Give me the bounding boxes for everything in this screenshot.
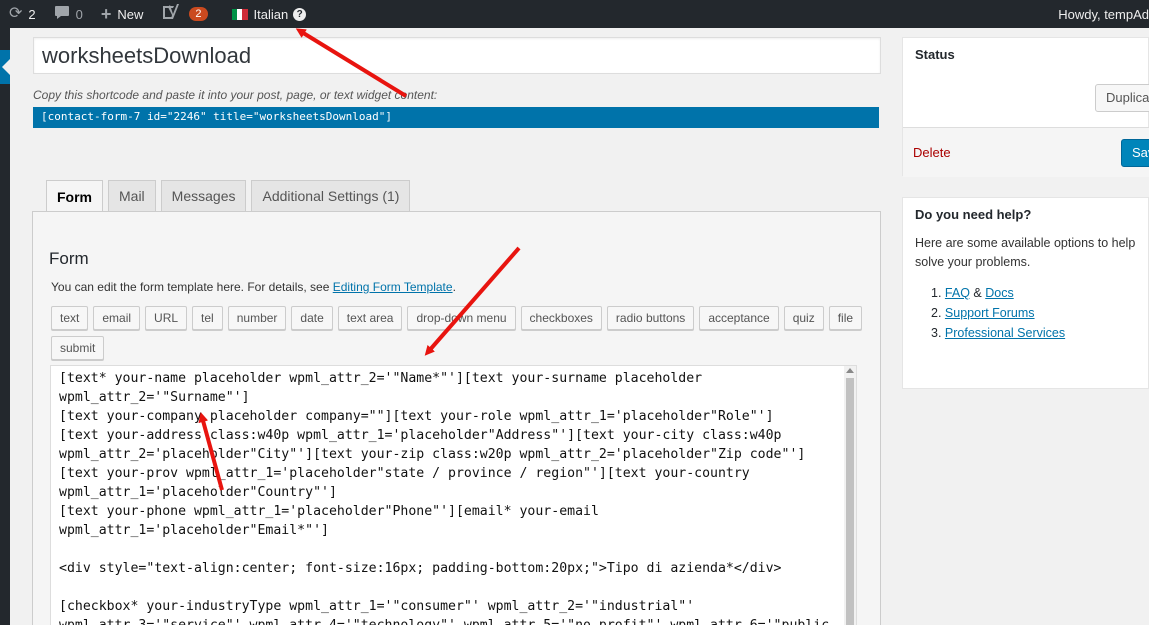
yoast-badge: 2 <box>189 7 208 21</box>
status-box: Status Duplicate Delete Save <box>902 37 1149 177</box>
list-number: 1. <box>931 286 942 300</box>
duplicate-button[interactable]: Duplicate <box>1095 84 1149 112</box>
delete-link[interactable]: Delete <box>913 145 951 160</box>
tag-button-date[interactable]: date <box>291 306 333 330</box>
tab-form[interactable]: Form <box>46 180 103 212</box>
shortcode-field[interactable]: [contact-form-7 id="2246" title="workshe… <box>33 107 879 128</box>
desc-suffix: . <box>452 280 456 294</box>
tag-button-acceptance[interactable]: acceptance <box>699 306 779 330</box>
scroll-up-icon[interactable] <box>846 368 854 373</box>
faq-link[interactable]: FAQ <box>945 286 970 300</box>
editor-tabs: Form Mail Messages Additional Settings (… <box>46 180 411 212</box>
tab-mail[interactable]: Mail <box>108 180 156 211</box>
support-forums-link[interactable]: Support Forums <box>945 306 1035 320</box>
comments-menu[interactable]: 0 <box>45 0 92 28</box>
tag-button-text[interactable]: text <box>51 306 89 330</box>
save-button[interactable]: Save <box>1121 139 1149 167</box>
menu-pointer-icon <box>2 59 10 75</box>
tag-button-drop-down-menu[interactable]: drop-down menu <box>407 306 516 330</box>
admin-bar: ⟳ 2 0 + New 2 Italian ? Howdy, tempAd <box>0 0 1149 28</box>
account-menu[interactable]: Howdy, tempAd <box>1058 0 1149 28</box>
language-switcher[interactable]: Italian ? <box>223 0 316 28</box>
editing-form-template-link[interactable]: Editing Form Template <box>333 280 453 294</box>
tag-button-tel[interactable]: tel <box>192 306 223 330</box>
italy-flag-icon <box>231 8 248 20</box>
new-label: New <box>117 6 144 22</box>
status-actions: Delete Save <box>903 127 1149 177</box>
comments-count: 0 <box>75 6 83 22</box>
admin-menu <box>0 28 10 625</box>
tag-button-number[interactable]: number <box>227 306 287 330</box>
amp-text: & <box>969 286 986 300</box>
editor-scrollbar[interactable] <box>844 366 856 625</box>
language-label: Italian <box>253 6 289 22</box>
yoast-menu[interactable]: 2 <box>152 0 216 28</box>
help-icon: ? <box>293 7 307 21</box>
shortcode-description: Copy this shortcode and paste it into yo… <box>33 88 438 102</box>
tag-button-submit[interactable]: submit <box>51 336 105 360</box>
updates-menu[interactable]: ⟳ 2 <box>0 0 45 28</box>
help-options-list: 1. FAQ & Docs 2. Support Forums 3. Profe… <box>903 286 1148 340</box>
tag-button-url[interactable]: URL <box>145 306 188 330</box>
list-number: 3. <box>931 326 942 340</box>
form-title-input[interactable]: worksheetsDownload <box>33 37 881 74</box>
tag-button-radio-buttons[interactable]: radio buttons <box>606 306 695 330</box>
tab-messages[interactable]: Messages <box>160 180 247 211</box>
form-panel: Form You can edit the form template here… <box>32 211 881 625</box>
new-content-menu[interactable]: + New <box>92 0 153 28</box>
list-item: 1. FAQ & Docs <box>927 286 1148 300</box>
professional-services-link[interactable]: Professional Services <box>945 326 1065 340</box>
updates-count: 2 <box>28 6 36 22</box>
help-intro: Here are some available options to help … <box>915 236 1136 269</box>
status-heading: Status <box>915 47 955 62</box>
help-heading: Do you need help? <box>915 207 1032 222</box>
refresh-icon: ⟳ <box>9 5 23 22</box>
tag-generator-buttons: text email URL tel number date text area… <box>51 306 866 360</box>
help-box: Do you need help? Here are some availabl… <box>902 197 1149 389</box>
list-item: 3. Professional Services <box>927 326 1148 340</box>
tag-button-checkboxes[interactable]: checkboxes <box>520 306 602 330</box>
tag-button-email[interactable]: email <box>93 306 141 330</box>
form-panel-description: You can edit the form template here. For… <box>51 280 456 294</box>
tag-button-file[interactable]: file <box>828 306 863 330</box>
list-number: 2. <box>931 306 942 320</box>
scrollbar-thumb[interactable] <box>846 378 854 625</box>
form-template-textarea[interactable]: [text* your-name placeholder wpml_attr_2… <box>50 365 857 625</box>
form-panel-heading: Form <box>49 249 89 268</box>
plus-icon: + <box>100 4 112 24</box>
desc-prefix: You can edit the form template here. For… <box>51 280 333 294</box>
list-item: 2. Support Forums <box>927 306 1148 320</box>
tag-button-quiz[interactable]: quiz <box>783 306 824 330</box>
howdy-text: Howdy, tempAd <box>1058 6 1149 22</box>
docs-link[interactable]: Docs <box>985 286 1013 300</box>
tag-button-text-area[interactable]: text area <box>337 306 403 330</box>
comment-icon <box>54 5 70 24</box>
tab-additional-settings[interactable]: Additional Settings (1) <box>251 180 411 211</box>
yoast-icon <box>161 3 180 25</box>
form-template-text: [text* your-name placeholder wpml_attr_2… <box>59 371 829 625</box>
